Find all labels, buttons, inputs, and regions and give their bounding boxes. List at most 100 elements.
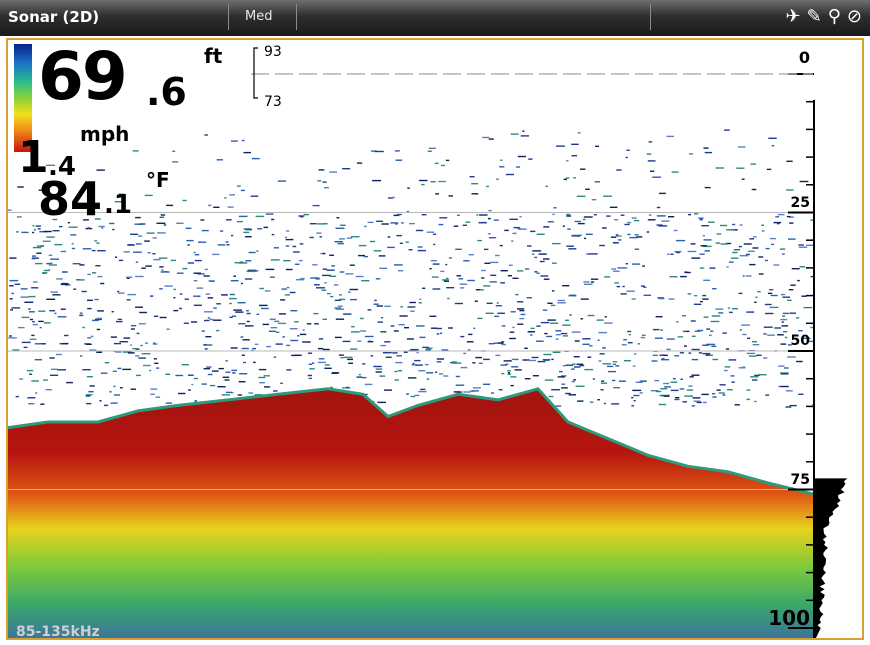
noise-dot [9,285,14,287]
noise-dot [140,344,143,347]
noise-dot [264,290,271,292]
noise-dot [596,319,604,321]
noise-dot [626,149,630,151]
noise-dot [358,374,361,376]
noise-dot [512,232,517,235]
noise-dot [100,282,105,285]
noise-dot [515,293,519,296]
noise-dot [403,351,408,353]
noise-dot [224,197,227,199]
noise-dot [384,341,391,343]
noise-dot [221,294,228,296]
noise-dot [590,278,599,280]
noise-dot [182,199,187,202]
noise-dot [528,158,533,160]
noise-dot [70,234,77,236]
noise-dot [796,360,803,363]
noise-dot [59,225,63,228]
noise-dot [498,342,501,344]
noise-dot [796,317,800,319]
noise-dot [244,278,253,280]
noise-dot [419,336,426,339]
noise-dot [135,261,139,263]
noise-dot [693,295,698,297]
noise-dot [271,233,275,236]
noise-dot [761,230,765,232]
noise-dot [463,260,470,262]
noise-dot [652,176,661,178]
noise-dot [435,371,438,373]
noise-dot [430,181,436,183]
noise-dot [803,306,813,309]
noise-dot [632,263,641,265]
noise-dot [583,216,593,218]
noise-dot [15,395,19,398]
depth-readout-decimal: .6 [146,70,187,114]
noise-dot [224,379,230,381]
noise-dot [585,188,590,190]
noise-dot [29,311,35,313]
noise-dot [730,257,739,259]
noise-dot [60,283,68,286]
noise-dot [543,278,550,280]
noise-dot [474,300,478,302]
page-title[interactable]: Sonar (2D) [8,8,99,26]
noise-dot [419,179,428,182]
noise-dot [38,320,44,323]
noise-dot [561,387,568,389]
noise-dot [612,242,619,244]
noise-dot [321,289,327,291]
noise-dot [229,316,233,318]
noise-dot [31,380,39,382]
noise-dot [81,290,87,293]
noise-dot [216,303,221,305]
noise-dot [243,151,251,154]
noise-dot [748,250,755,252]
noise-dot [312,362,315,364]
noise-dot [562,225,565,227]
sonar-mode-label[interactable]: Med [245,9,272,24]
noise-dot [445,159,450,162]
noise-dot [466,341,474,343]
noise-dot [703,239,712,241]
noise-dot [375,371,382,373]
range-bracket [253,47,258,99]
noise-dot [100,372,108,374]
noise-dot [82,369,91,371]
noise-dot [543,258,550,260]
noise-dot [46,298,56,300]
noise-dot [504,229,509,232]
noise-dot [376,305,383,307]
noise-dot [557,302,566,304]
noise-dot [46,236,55,238]
noise-dot [244,236,252,238]
noise-dot [611,403,620,405]
noise-dot [448,195,453,197]
noise-dot [357,162,363,164]
noise-dot [646,153,652,155]
noise-dot [230,347,238,349]
noise-dot [156,222,166,224]
noise-dot [594,181,600,183]
noise-dot [367,221,374,224]
noise-dot [599,244,605,247]
noise-dot [580,168,586,170]
sonar-view[interactable]: 69 .6 ft 1 .4 mph 84 .1 °F 93 73 0 25 50 75… [6,38,864,640]
noise-dot [670,381,678,383]
noise-dot [38,310,46,312]
noise-dot [463,352,467,355]
noise-dot [488,209,492,212]
noise-dot [715,308,724,310]
noise-dot [460,335,465,338]
noise-dot [627,221,632,224]
noise-dot [419,298,422,300]
noise-dot [703,147,709,149]
noise-dot [500,270,508,272]
noise-dot [688,385,693,387]
noise-dot [738,245,742,248]
noise-dot [246,320,250,323]
noise-dot [517,155,526,158]
noise-dot [398,370,403,372]
noise-dot [206,366,212,368]
noise-dot [635,381,643,383]
